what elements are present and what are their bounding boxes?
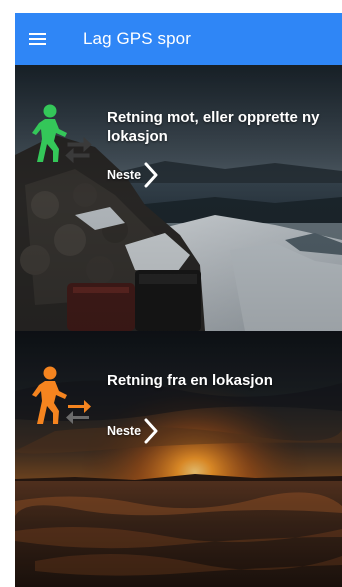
next-button[interactable]: Neste: [107, 162, 159, 188]
card-direction-from-location[interactable]: Retning fra en lokasjon Neste: [15, 331, 342, 587]
next-label: Neste: [107, 424, 142, 438]
chevron-right-icon: [144, 162, 158, 188]
hamburger-menu-icon: [29, 33, 46, 45]
app-title: Lag GPS spor: [83, 29, 191, 48]
menu-button[interactable]: [15, 13, 61, 65]
app-bar: Lag GPS spor: [15, 13, 342, 65]
card-title: Retning fra en lokasjon: [107, 372, 273, 389]
next-button[interactable]: Neste: [107, 418, 159, 444]
chevron-right-icon: [144, 418, 158, 444]
person-walking-with-arrows-icon: [32, 366, 91, 424]
person-walking-with-arrows-icon: [32, 104, 92, 164]
card-direction-to-location[interactable]: Retning mot, eller opprette ny lokasjon …: [15, 65, 342, 331]
card-title: Retning mot, eller opprette ny lokasjon: [107, 109, 320, 145]
next-label: Neste: [107, 168, 142, 182]
app-screen: Lag GPS spor Retning mot, eller opprette…: [15, 13, 342, 587]
